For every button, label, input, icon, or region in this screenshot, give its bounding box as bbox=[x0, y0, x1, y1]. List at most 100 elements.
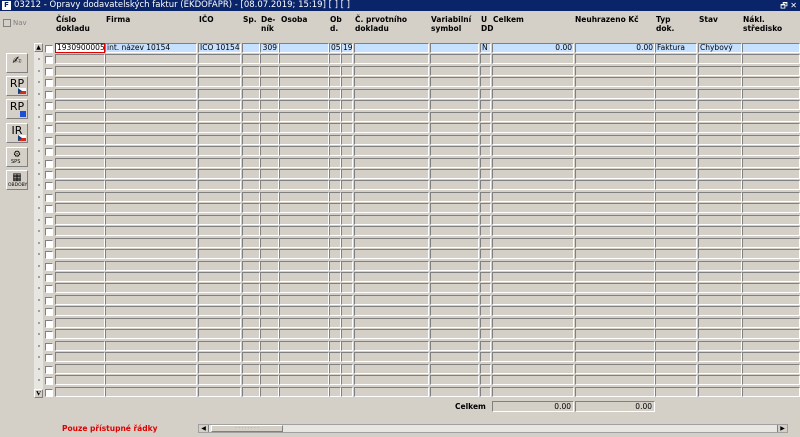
table-row[interactable] bbox=[0, 112, 800, 123]
table-cell[interactable] bbox=[430, 54, 479, 64]
table-cell[interactable] bbox=[354, 295, 429, 305]
table-row[interactable] bbox=[0, 77, 800, 88]
table-cell[interactable] bbox=[329, 375, 341, 385]
table-cell[interactable] bbox=[329, 112, 341, 122]
table-cell[interactable] bbox=[198, 341, 241, 351]
table-cell[interactable] bbox=[430, 135, 479, 145]
cell-obd[interactable]: 05 bbox=[329, 43, 341, 53]
table-cell[interactable] bbox=[105, 180, 197, 190]
table-row[interactable] bbox=[0, 169, 800, 180]
scroll-right-icon[interactable]: ▶ bbox=[777, 425, 787, 432]
table-cell[interactable] bbox=[260, 180, 279, 190]
table-cell[interactable] bbox=[329, 364, 341, 374]
table-cell[interactable] bbox=[260, 215, 279, 225]
table-cell[interactable] bbox=[698, 306, 742, 316]
table-cell[interactable] bbox=[742, 100, 800, 110]
table-row[interactable] bbox=[0, 249, 800, 260]
table-cell[interactable] bbox=[329, 329, 341, 339]
table-cell[interactable] bbox=[742, 77, 800, 87]
table-cell[interactable] bbox=[242, 123, 260, 133]
table-cell[interactable] bbox=[279, 238, 329, 248]
row-checkbox[interactable] bbox=[45, 251, 53, 259]
table-cell[interactable] bbox=[279, 352, 329, 362]
table-cell[interactable] bbox=[105, 364, 197, 374]
table-cell[interactable] bbox=[698, 387, 742, 397]
table-cell[interactable] bbox=[341, 261, 353, 271]
table-cell[interactable] bbox=[341, 375, 353, 385]
table-cell[interactable] bbox=[354, 100, 429, 110]
table-cell[interactable] bbox=[260, 375, 279, 385]
table-cell[interactable] bbox=[260, 169, 279, 179]
table-cell[interactable] bbox=[242, 192, 260, 202]
table-cell[interactable] bbox=[341, 192, 353, 202]
table-cell[interactable] bbox=[55, 112, 105, 122]
table-row[interactable] bbox=[0, 54, 800, 65]
table-cell[interactable] bbox=[341, 123, 353, 133]
row-checkbox[interactable] bbox=[45, 343, 53, 351]
table-cell[interactable] bbox=[492, 54, 574, 64]
table-cell[interactable] bbox=[105, 146, 197, 156]
table-cell[interactable] bbox=[655, 261, 697, 271]
table-cell[interactable] bbox=[55, 341, 105, 351]
table-cell[interactable] bbox=[198, 306, 241, 316]
col-firma[interactable]: Firma bbox=[106, 15, 130, 24]
row-checkbox[interactable] bbox=[45, 102, 53, 110]
table-cell[interactable] bbox=[480, 54, 491, 64]
table-cell[interactable] bbox=[329, 261, 341, 271]
table-cell[interactable] bbox=[260, 54, 279, 64]
row-checkbox[interactable] bbox=[45, 68, 53, 76]
table-cell[interactable] bbox=[354, 375, 429, 385]
table-cell[interactable] bbox=[279, 226, 329, 236]
row-checkbox[interactable] bbox=[45, 366, 53, 374]
table-cell[interactable] bbox=[341, 215, 353, 225]
table-cell[interactable] bbox=[492, 329, 574, 339]
table-cell[interactable] bbox=[655, 329, 697, 339]
table-cell[interactable] bbox=[575, 364, 655, 374]
table-cell[interactable] bbox=[492, 375, 574, 385]
row-checkbox[interactable] bbox=[45, 263, 53, 271]
table-cell[interactable] bbox=[329, 306, 341, 316]
table-cell[interactable] bbox=[198, 77, 241, 87]
table-cell[interactable] bbox=[105, 123, 197, 133]
table-cell[interactable] bbox=[655, 54, 697, 64]
table-cell[interactable] bbox=[198, 123, 241, 133]
table-cell[interactable] bbox=[655, 306, 697, 316]
table-cell[interactable] bbox=[260, 89, 279, 99]
table-cell[interactable] bbox=[430, 100, 479, 110]
table-cell[interactable] bbox=[480, 112, 491, 122]
table-cell[interactable] bbox=[492, 238, 574, 248]
table-cell[interactable] bbox=[742, 54, 800, 64]
table-row[interactable] bbox=[0, 158, 800, 169]
cell-neuhr[interactable]: 0.00 bbox=[575, 43, 655, 53]
table-cell[interactable] bbox=[698, 158, 742, 168]
table-cell[interactable] bbox=[575, 238, 655, 248]
table-cell[interactable] bbox=[329, 203, 341, 213]
table-row[interactable] bbox=[0, 66, 800, 77]
table-cell[interactable] bbox=[55, 123, 105, 133]
table-cell[interactable] bbox=[242, 249, 260, 259]
table-cell[interactable] bbox=[655, 180, 697, 190]
table-cell[interactable] bbox=[242, 283, 260, 293]
table-cell[interactable] bbox=[742, 295, 800, 305]
cell-stav[interactable]: Chybový bbox=[698, 43, 742, 53]
table-cell[interactable] bbox=[742, 66, 800, 76]
table-cell[interactable] bbox=[742, 158, 800, 168]
table-cell[interactable] bbox=[354, 77, 429, 87]
table-cell[interactable] bbox=[260, 146, 279, 156]
table-cell[interactable] bbox=[55, 329, 105, 339]
row-checkbox[interactable] bbox=[45, 389, 53, 397]
table-cell[interactable] bbox=[742, 89, 800, 99]
table-cell[interactable] bbox=[655, 169, 697, 179]
table-cell[interactable] bbox=[260, 329, 279, 339]
horizontal-scrollbar[interactable]: ◀ · · · · · · · · ▶ bbox=[198, 424, 788, 433]
table-cell[interactable] bbox=[329, 100, 341, 110]
table-cell[interactable] bbox=[341, 306, 353, 316]
table-cell[interactable] bbox=[329, 54, 341, 64]
table-cell[interactable] bbox=[480, 100, 491, 110]
table-cell[interactable] bbox=[198, 135, 241, 145]
table-cell[interactable] bbox=[492, 215, 574, 225]
table-cell[interactable] bbox=[575, 192, 655, 202]
scroll-left-icon[interactable]: ◀ bbox=[199, 425, 209, 432]
row-checkbox[interactable] bbox=[45, 56, 53, 64]
table-row[interactable] bbox=[0, 329, 800, 340]
